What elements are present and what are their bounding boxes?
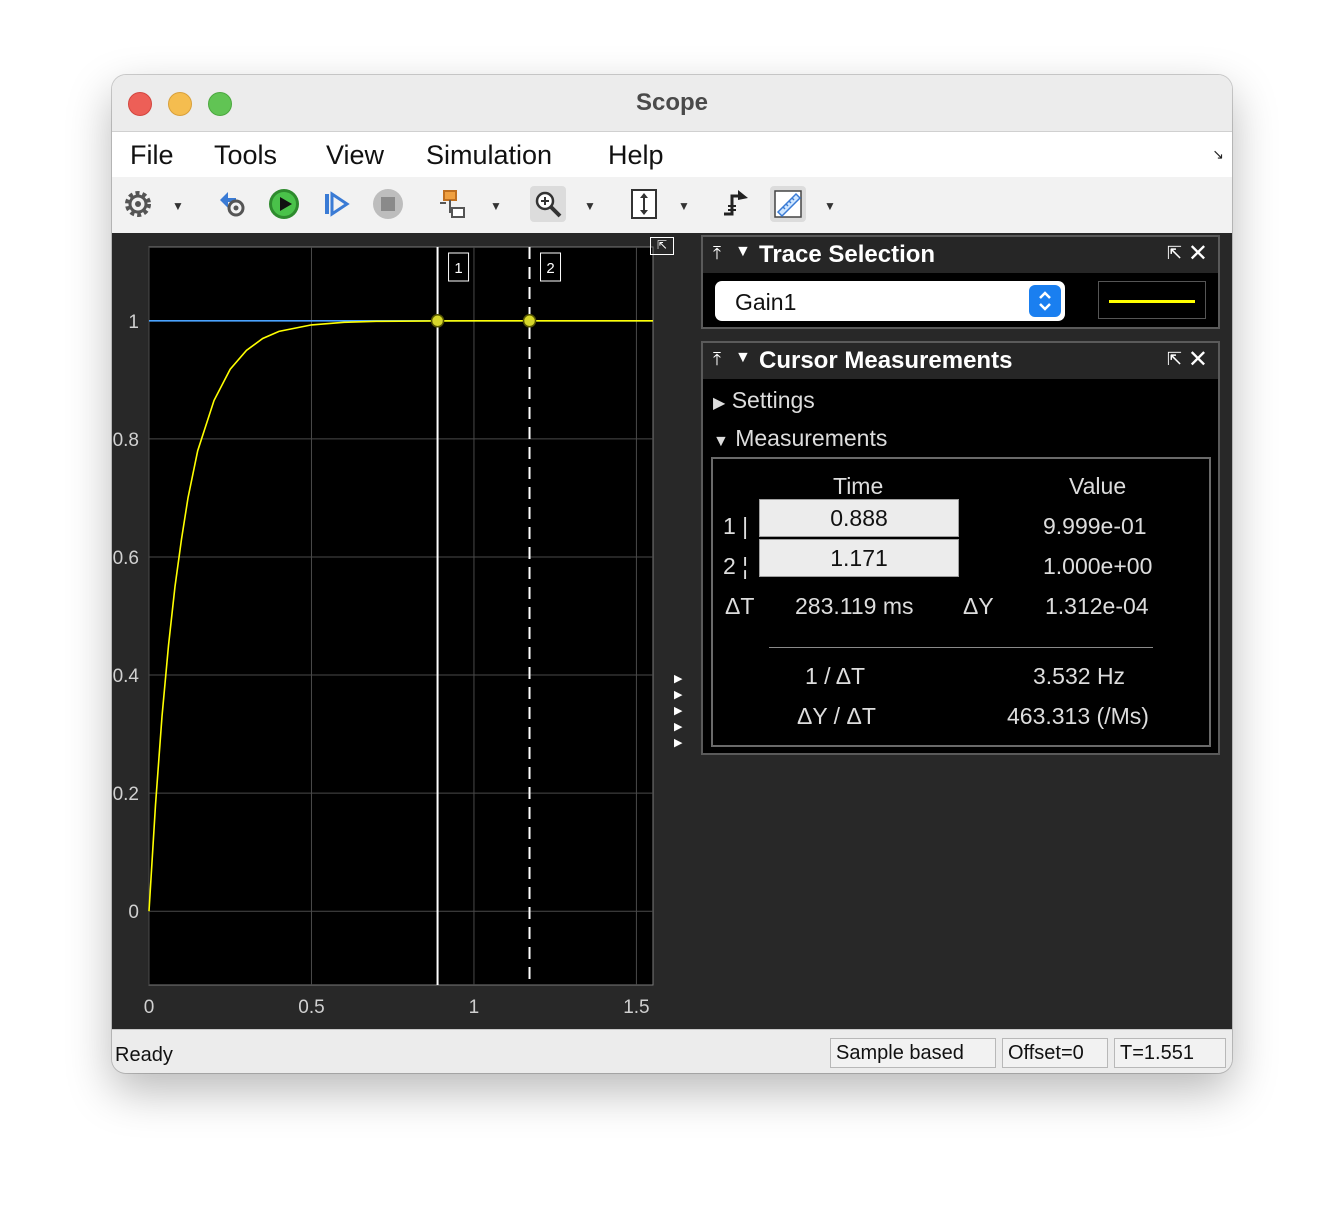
undock-icon[interactable]: ⇱ [1167, 243, 1182, 264]
column-header-value: Value [1069, 473, 1127, 499]
updown-chevron-icon[interactable] [1029, 285, 1061, 317]
plot-axes [148, 246, 654, 986]
pin-icon[interactable]: ⤒ [713, 243, 721, 264]
status-time: T=1.551 [1114, 1038, 1226, 1068]
cursor-1-marker[interactable] [430, 314, 445, 328]
trace-line-sample [1109, 300, 1195, 303]
y-tick-label: 0.2 [113, 784, 139, 805]
settings-section-toggle[interactable]: ▶ Settings [713, 387, 815, 414]
plot-canvas[interactable]: 0 0.5 1 1.5 0 0.2 0.4 0.6 0.8 1 1 2 [112, 233, 692, 1029]
cursor-measurements-header: ⤒ ▼ Cursor Measurements ⇱ ✕ [703, 343, 1218, 379]
inverse-delta-t-value: 3.532 Hz [1033, 663, 1126, 689]
trace-selection-header: ⤒ ▼ Trace Selection ⇱ ✕ [703, 237, 1218, 273]
menu-help[interactable]: Help [608, 140, 664, 171]
trace-select-dropdown[interactable]: Gain1 [715, 281, 1065, 321]
delta-y-value: 1.312e-04 [1045, 593, 1149, 619]
close-icon[interactable]: ✕ [1188, 239, 1208, 268]
cursor-measurements-icon[interactable] [770, 186, 806, 222]
expand-arrow-icon: ▶ [713, 395, 726, 412]
cursor-1-label: 1 | [723, 513, 749, 539]
menu-simulation[interactable]: Simulation [426, 140, 552, 171]
trace-select-value: Gain1 [735, 289, 797, 315]
trace-color-swatch [1098, 281, 1206, 319]
menu-file[interactable]: File [130, 140, 174, 171]
measurements-table: Time Value 1 | 0.888 9.999e-01 2 ¦ 1.171… [711, 457, 1211, 747]
cursor-2-time-field[interactable]: 1.171 [759, 539, 959, 577]
close-icon[interactable]: ✕ [1188, 345, 1208, 374]
y-tick-label: 0 [128, 902, 139, 923]
column-header-time: Time [833, 473, 884, 499]
step-back-icon[interactable] [214, 186, 250, 222]
status-bar: Ready Sample based Offset=0 T=1.551 [112, 1029, 1232, 1073]
y-tick-label: 1 [128, 312, 139, 333]
delta-y-label: ΔY [963, 593, 994, 619]
cursor-2-label: 2 ¦ [723, 553, 749, 579]
status-offset: Offset=0 [1002, 1038, 1108, 1068]
menu-tools[interactable]: Tools [214, 140, 277, 171]
x-tick-label: 1.5 [623, 997, 649, 1018]
trace-selection-title: Trace Selection [759, 241, 936, 268]
pin-icon[interactable]: ⤒ [713, 349, 721, 370]
x-tick-label: 1 [469, 997, 480, 1018]
toolbar: ▼ ▼ ▼ ▼ ▼ [112, 177, 1232, 234]
gear-icon[interactable] [120, 186, 156, 222]
undock-icon[interactable]: ⇱ [1167, 349, 1182, 370]
window-title: Scope [635, 89, 709, 116]
measurements-section-toggle[interactable]: ▼ Measurements [713, 425, 887, 452]
status-mode: Sample based [830, 1038, 996, 1068]
y-tick-labels: 0 0.2 0.4 0.6 0.8 1 [113, 312, 140, 923]
inverse-delta-t-label: 1 / ΔT [805, 663, 866, 689]
separator-line [769, 647, 1153, 648]
chevron-down-icon[interactable]: ▼ [490, 199, 502, 213]
chevron-down-icon[interactable]: ▼ [824, 199, 836, 213]
cursor-1-time-field[interactable]: 0.888 [759, 499, 959, 537]
chevron-down-icon[interactable]: ▼ [584, 199, 596, 213]
measurements-label: Measurements [735, 425, 888, 451]
slope-value: 463.313 (/Ms) [1007, 703, 1149, 729]
collapse-panel-arrows-icon[interactable]: ▶ ▶ ▶ ▶ ▶ [674, 671, 688, 751]
settings-label: Settings [731, 387, 815, 413]
delta-t-label: ΔT [725, 593, 755, 619]
status-text: Ready [115, 1044, 173, 1066]
chevron-down-icon[interactable]: ▼ [172, 199, 184, 213]
scope-display: 0 0.5 1 1.5 0 0.2 0.4 0.6 0.8 1 1 2 ⇱ ▶ ▶ ▶ ▶ ▶ ⤒ ▼ T… [112, 233, 1232, 1029]
collapse-icon[interactable]: ▼ [735, 349, 751, 367]
zoom-in-icon[interactable] [530, 186, 566, 222]
slope-label: ΔY / ΔT [797, 703, 876, 729]
menu-bar: File Tools View Simulation Help ↘ [112, 131, 1232, 178]
highlight-block-icon[interactable] [436, 186, 472, 222]
x-tick-label: 0.5 [298, 997, 324, 1018]
chevron-down-icon[interactable]: ▼ [678, 199, 690, 213]
cursor-measurements-title: Cursor Measurements [759, 347, 1013, 374]
delta-t-value: 283.119 ms [795, 593, 914, 619]
x-tick-label: 0 [144, 997, 155, 1018]
y-tick-label: 0.8 [113, 430, 139, 451]
cursor-2-marker[interactable] [522, 314, 537, 328]
stop-icon[interactable] [370, 186, 406, 222]
collapse-icon[interactable]: ▼ [735, 243, 751, 261]
x-tick-labels: 0 0.5 1 1.5 [144, 997, 650, 1018]
step-forward-icon[interactable] [318, 186, 354, 222]
cursor-2-value: 1.000e+00 [1043, 553, 1153, 579]
cursor-1-tag-label: 1 [454, 260, 462, 277]
cursor-2-tag-label: 2 [546, 260, 554, 277]
scope-window: Scope File Tools View Simulation Help ↘ … [112, 75, 1232, 1073]
triggers-icon[interactable] [718, 186, 754, 222]
title-bar: Scope [112, 75, 1232, 131]
y-tick-label: 0.6 [113, 548, 139, 569]
menu-view[interactable]: View [326, 140, 384, 171]
scale-axes-icon[interactable] [626, 186, 662, 222]
cursor-1-value: 9.999e-01 [1043, 513, 1147, 539]
trace-selection-panel: ⤒ ▼ Trace Selection ⇱ ✕ Gain1 [701, 235, 1220, 329]
collapse-arrow-icon: ▼ [713, 433, 729, 450]
y-tick-label: 0.4 [113, 666, 140, 687]
cursor-measurements-panel: ⤒ ▼ Cursor Measurements ⇱ ✕ ▶ Settings ▼… [701, 341, 1220, 755]
run-icon[interactable] [266, 186, 302, 222]
undock-menu-icon[interactable]: ↘ [1212, 146, 1224, 163]
expand-legend-icon[interactable]: ⇱ [650, 237, 674, 255]
